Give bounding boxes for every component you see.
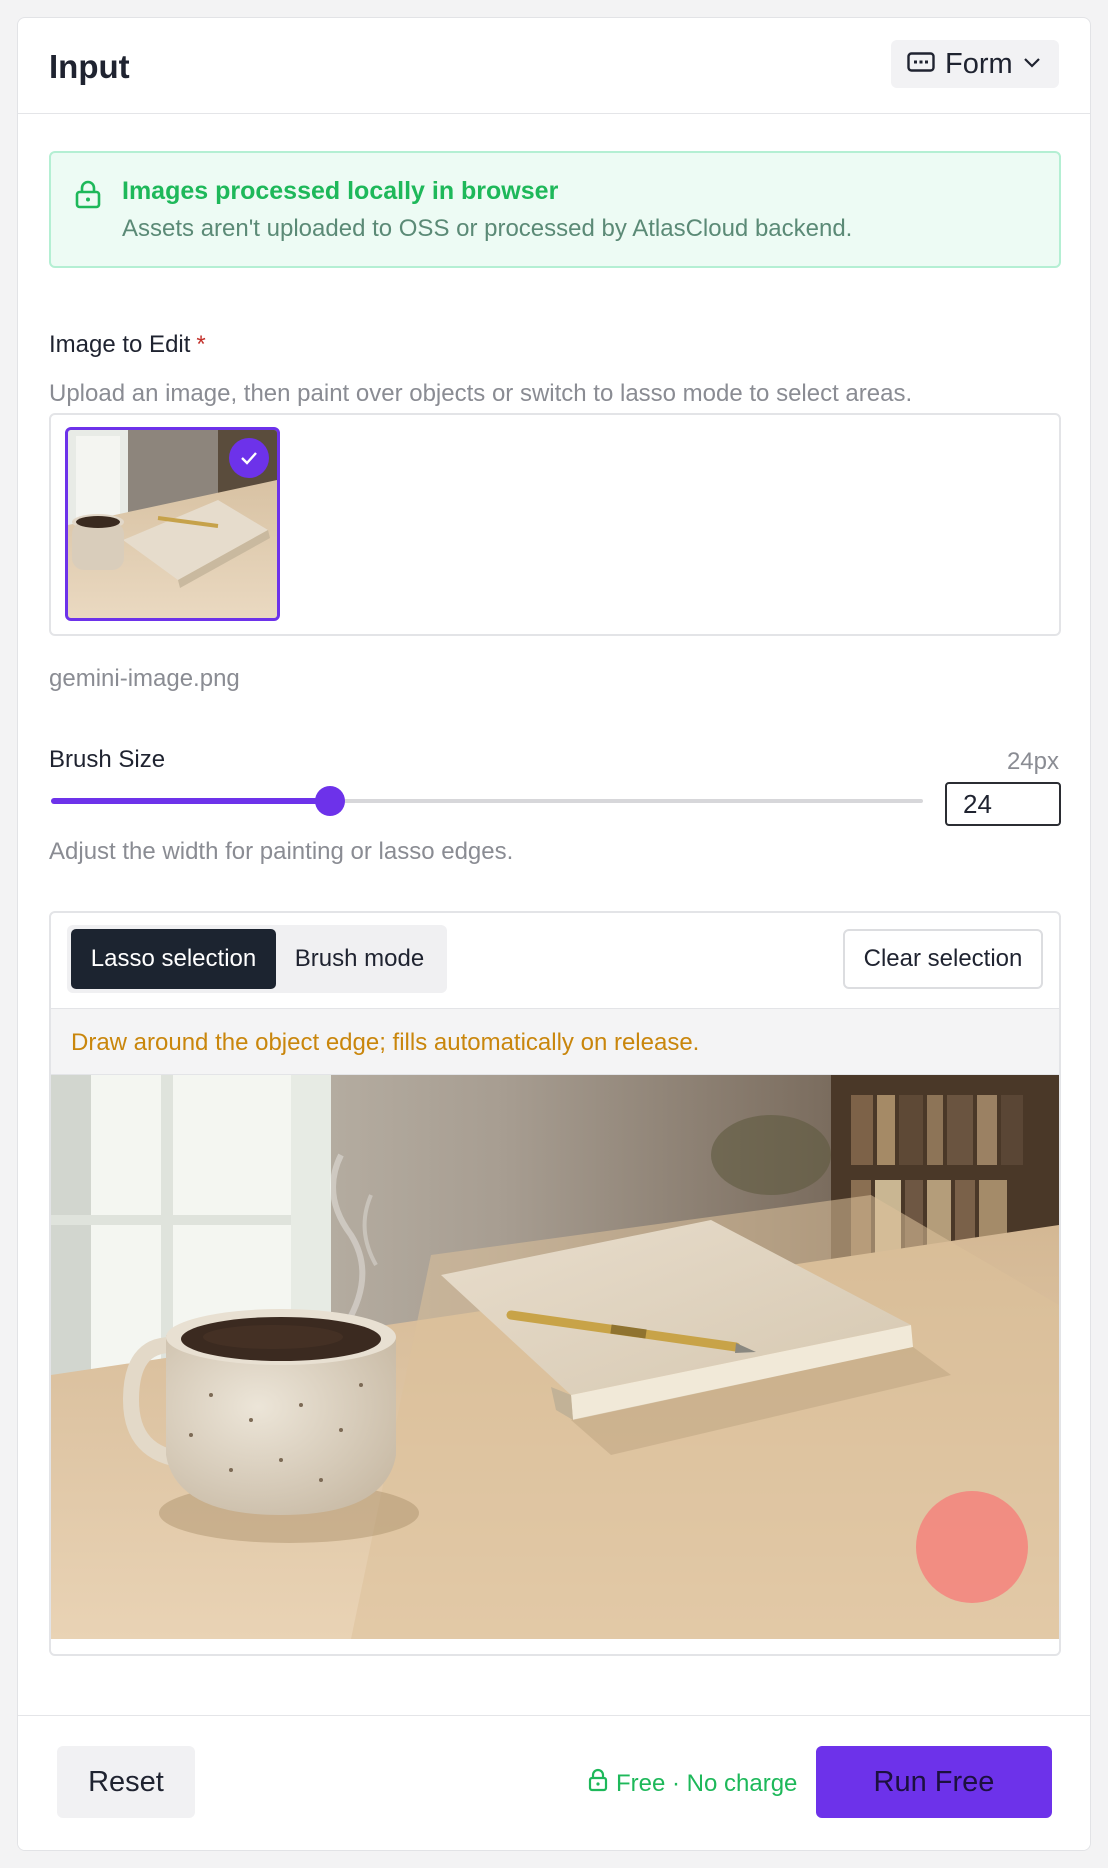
lasso-selection-tab[interactable]: Lasso selection [71, 929, 276, 989]
image-field-label-text: Image to Edit [49, 331, 191, 358]
view-mode-label: Form [945, 47, 1013, 80]
view-mode-dropdown[interactable]: Form [891, 40, 1059, 88]
panel-title: Input [49, 48, 130, 85]
lasso-hint-text: Draw around the object edge; fills autom… [71, 1029, 700, 1056]
brush-size-slider[interactable] [51, 786, 923, 816]
reset-button[interactable]: Reset [57, 1746, 195, 1818]
required-mark: * [196, 331, 206, 358]
file-name: gemini-image.png [49, 665, 240, 692]
free-label: Free · No charge [616, 1769, 798, 1797]
brush-cursor-indicator [916, 1491, 1028, 1603]
image-thumbnail[interactable] [65, 427, 280, 621]
slider-knob[interactable] [315, 786, 345, 816]
run-free-button[interactable]: Run Free [816, 1746, 1052, 1818]
local-processing-notice: Images processed locally in browser Asse… [49, 151, 1061, 268]
image-field-label: Image to Edit * [49, 331, 206, 359]
free-indicator: Free · No charge [588, 1768, 797, 1799]
brush-size-help: Adjust the width for painting or lasso e… [49, 838, 514, 865]
lock-icon [75, 179, 101, 214]
lasso-hint-bar: Draw around the object edge; fills autom… [51, 1009, 1059, 1075]
input-panel: Input Form Images processed locally in b… [17, 17, 1091, 1851]
selection-editor: Lasso selection Brush mode Clear selecti… [49, 911, 1061, 1656]
image-field-help: Upload an image, then paint over objects… [49, 380, 913, 407]
image-upload-area[interactable] [49, 413, 1061, 636]
brush-size-label: Brush Size [49, 746, 166, 773]
selected-check-icon [229, 438, 269, 478]
clear-selection-button[interactable]: Clear selection [843, 929, 1043, 989]
panel-footer: Reset Free · No charge Run Free [18, 1715, 1090, 1850]
chevron-down-icon [1023, 55, 1041, 73]
brush-size-value: 24px [1006, 748, 1059, 775]
edit-canvas[interactable] [51, 1075, 1059, 1639]
mode-toggle: Lasso selection Brush mode [67, 925, 447, 993]
editor-toolbar: Lasso selection Brush mode Clear selecti… [51, 913, 1059, 1009]
edit-image [51, 1075, 1059, 1639]
lock-icon [588, 1768, 608, 1799]
notice-text: Assets aren't uploaded to OSS or process… [122, 215, 853, 242]
brush-mode-tab[interactable]: Brush mode [276, 929, 443, 989]
keyboard-icon [907, 51, 935, 77]
notice-title: Images processed locally in browser [122, 177, 559, 205]
slider-fill [51, 798, 330, 804]
panel-header: Input Form [18, 18, 1090, 114]
brush-size-input[interactable] [945, 782, 1061, 826]
